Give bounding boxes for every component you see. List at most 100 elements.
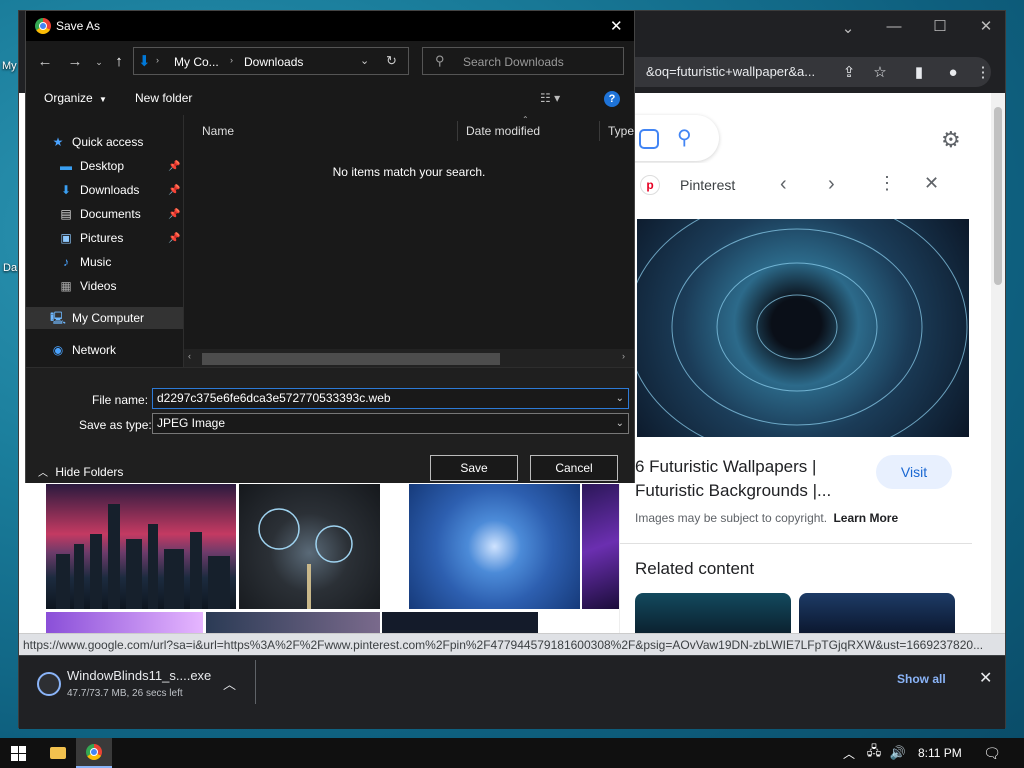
notifications-icon[interactable]: 🗨 bbox=[976, 738, 1008, 768]
file-list-horizontal-scrollbar[interactable]: ‹ › bbox=[184, 349, 634, 367]
save-as-type-label: Save as type: bbox=[79, 418, 152, 432]
empty-message: No items match your search. bbox=[332, 165, 486, 179]
dialog-title: Save As bbox=[56, 19, 101, 33]
file-name-dropdown-icon[interactable]: ⌄ bbox=[616, 389, 624, 408]
close-panel-icon[interactable]: ✕ bbox=[924, 173, 939, 194]
related-thumb-1[interactable] bbox=[635, 593, 791, 633]
download-filename[interactable]: WindowBlinds11_s....exe bbox=[67, 668, 211, 683]
save-options-area: File name: d2297c375e6fe6dca3e5727705333… bbox=[26, 367, 634, 483]
column-name[interactable]: Name bbox=[194, 121, 458, 141]
file-explorer-icon[interactable] bbox=[40, 738, 76, 768]
volume-icon[interactable]: 🔊 bbox=[886, 738, 910, 768]
thumbnail-holo-city[interactable] bbox=[239, 484, 380, 609]
search-icon[interactable]: ⚲ bbox=[677, 125, 692, 150]
tree-quick-access[interactable]: ★ Quick access bbox=[50, 131, 144, 153]
address-dropdown-icon[interactable]: ⌄ bbox=[360, 54, 369, 67]
file-name-value: d2297c375e6fe6dca3e572770533393c.web bbox=[157, 391, 391, 405]
recent-locations-chevron-icon[interactable]: ⌄ bbox=[88, 51, 110, 73]
result-title[interactable]: 6 Futuristic Wallpapers | Futuristic Bac… bbox=[635, 455, 865, 503]
share-icon[interactable]: ⇪ bbox=[837, 61, 861, 85]
side-panel-icon[interactable]: ▮ bbox=[907, 61, 931, 85]
view-options-icon[interactable]: ☷ ▾ bbox=[540, 91, 560, 105]
tree-documents[interactable]: ▤ Documents bbox=[58, 203, 140, 225]
preview-image[interactable] bbox=[637, 219, 969, 437]
more-options-icon[interactable]: ⋮ bbox=[878, 173, 896, 194]
close-download-bar-icon[interactable]: ✕ bbox=[979, 668, 992, 688]
visit-button[interactable]: Visit bbox=[876, 455, 952, 489]
download-progress: 47.7/73.7 MB, 26 secs left bbox=[67, 688, 183, 699]
breadcrumb-my-computer[interactable]: My Co... bbox=[174, 55, 219, 69]
help-icon[interactable]: ? bbox=[604, 91, 620, 107]
menu-icon[interactable]: ⋮ bbox=[971, 61, 995, 85]
save-button[interactable]: Save bbox=[430, 455, 518, 481]
network-tray-icon[interactable]: 🖧 bbox=[862, 738, 886, 768]
prev-image-icon[interactable]: ‹ bbox=[780, 173, 787, 196]
search-placeholder: Search Downloads bbox=[463, 55, 564, 69]
save-as-type-select[interactable]: JPEG Image ⌄ bbox=[152, 413, 629, 434]
download-options-chevron-icon[interactable]: ︿ bbox=[223, 674, 236, 693]
learn-more-link[interactable]: Learn More bbox=[833, 511, 898, 525]
search-icon: ⚲ bbox=[435, 53, 445, 68]
save-as-type-dropdown-icon[interactable]: ⌄ bbox=[616, 414, 624, 433]
address-breadcrumb[interactable]: ⬇ › My Co... › Downloads ⌄ ↻ bbox=[133, 47, 409, 75]
tree-pictures[interactable]: ▣ Pictures bbox=[58, 227, 123, 249]
scroll-right-icon[interactable]: › bbox=[622, 351, 625, 361]
desktop-icon-label-da: Da bbox=[3, 262, 18, 274]
copyright-text: Images may be subject to copyright. bbox=[635, 511, 828, 525]
thumbnail-row2-1[interactable] bbox=[46, 612, 203, 633]
thumbnail-purple[interactable] bbox=[582, 484, 619, 609]
profile-icon[interactable]: ● bbox=[941, 61, 965, 85]
chrome-taskbar-icon[interactable] bbox=[76, 738, 112, 768]
search-downloads-input[interactable]: ⚲ Search Downloads bbox=[422, 47, 624, 75]
tree-videos[interactable]: ▦ Videos bbox=[58, 275, 116, 297]
source-name[interactable]: Pinterest bbox=[680, 177, 735, 193]
up-arrow-icon[interactable]: ↑ bbox=[108, 51, 130, 73]
column-type[interactable]: Type bbox=[600, 121, 640, 141]
result-title-line1: 6 Futuristic Wallpapers | bbox=[635, 457, 817, 476]
next-image-icon[interactable]: › bbox=[828, 173, 835, 196]
pinterest-logo-icon: p bbox=[640, 175, 660, 195]
settings-gear-icon[interactable]: ⚙ bbox=[941, 127, 961, 153]
tree-my-computer[interactable]: 🖳 My Computer bbox=[50, 307, 144, 329]
cancel-button[interactable]: Cancel bbox=[530, 455, 618, 481]
tree-desktop[interactable]: ▬ Desktop bbox=[58, 155, 124, 177]
bookmark-star-icon[interactable]: ☆ bbox=[868, 61, 892, 85]
scrollbar-thumb[interactable] bbox=[202, 353, 500, 365]
pictures-icon: ▣ bbox=[60, 231, 72, 245]
thumbnail-row2-2[interactable] bbox=[206, 612, 380, 633]
clock-time[interactable]: 8:11 PM bbox=[918, 746, 962, 760]
save-as-dialog: Save As ✕ ← → ⌄ ↑ ⬇ › My Co... › Downloa… bbox=[25, 10, 635, 483]
hide-folders-button[interactable]: ︿ Hide Folders bbox=[38, 464, 123, 479]
refresh-icon[interactable]: ↻ bbox=[386, 53, 397, 69]
breadcrumb-downloads[interactable]: Downloads bbox=[244, 55, 303, 69]
file-name-input[interactable]: d2297c375e6fe6dca3e572770533393c.web ⌄ bbox=[152, 388, 629, 409]
dialog-close-icon[interactable]: ✕ bbox=[610, 17, 623, 35]
close-button[interactable]: ✕ bbox=[963, 11, 1009, 41]
google-lens-icon[interactable] bbox=[639, 129, 659, 149]
column-date-modified[interactable]: Date modified bbox=[458, 121, 600, 141]
thumbnail-city[interactable] bbox=[46, 484, 236, 609]
tab-search-icon[interactable]: ⌄ bbox=[825, 13, 871, 43]
thumbnail-tunnel[interactable] bbox=[409, 484, 580, 609]
maximize-button[interactable]: ☐ bbox=[917, 11, 963, 41]
new-folder-button[interactable]: New folder bbox=[135, 91, 192, 105]
related-thumb-2[interactable] bbox=[799, 593, 955, 633]
page-scrollbar-thumb[interactable] bbox=[994, 107, 1002, 285]
show-all-button[interactable]: Show all bbox=[897, 672, 946, 686]
location-icon: ⬇ bbox=[138, 53, 151, 70]
start-windows-icon[interactable] bbox=[0, 738, 36, 768]
dialog-titlebar: Save As ✕ bbox=[26, 11, 634, 41]
tree-downloads[interactable]: ⬇ Downloads bbox=[58, 179, 139, 201]
thumbnail-row2-3[interactable] bbox=[382, 612, 538, 633]
forward-arrow-icon[interactable]: → bbox=[64, 51, 86, 73]
music-icon: ♪ bbox=[63, 255, 69, 269]
tree-music[interactable]: ♪ Music bbox=[58, 251, 111, 273]
network-icon: ◉ bbox=[52, 343, 64, 357]
show-hidden-icons-chevron-icon[interactable]: ︿ bbox=[836, 738, 862, 768]
tree-network[interactable]: ◉ Network bbox=[50, 339, 116, 361]
scroll-left-icon[interactable]: ‹ bbox=[188, 351, 191, 361]
back-arrow-icon[interactable]: ← bbox=[34, 51, 56, 73]
hide-folders-label: Hide Folders bbox=[55, 465, 124, 479]
organize-button[interactable]: Organize ▼ bbox=[44, 91, 107, 105]
minimize-button[interactable]: — bbox=[871, 11, 917, 41]
